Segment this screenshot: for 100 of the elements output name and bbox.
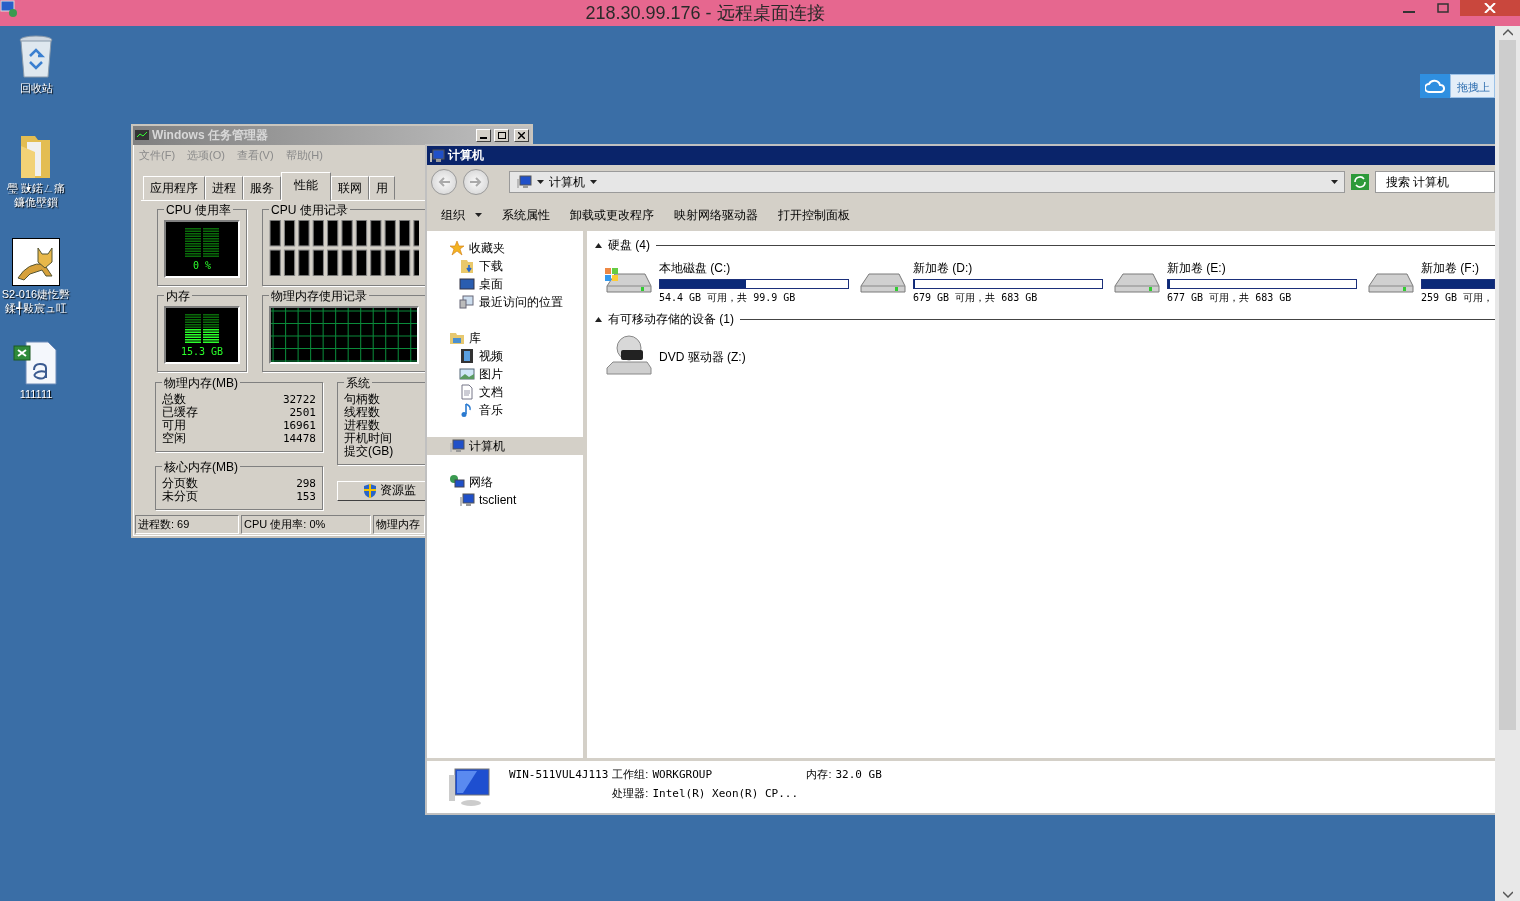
caret-icon — [590, 180, 597, 184]
stat-label: 总数 — [162, 392, 186, 406]
usage-meter-icon — [185, 313, 219, 344]
tab[interactable]: 服务 — [243, 176, 281, 200]
minimize-icon — [1403, 11, 1415, 13]
drive-free-space: 54.4 GB 可用，共 99.9 GB — [659, 291, 797, 305]
drive-free-space: 677 GB 可用，共 683 GB — [1167, 291, 1293, 305]
caret-icon — [1331, 180, 1338, 184]
refresh-icon[interactable] — [1351, 174, 1369, 190]
upload-button[interactable] — [1420, 74, 1450, 98]
field-label: 内存: — [806, 767, 832, 782]
star-icon — [449, 240, 465, 256]
drive-name[interactable]: 新加卷 (D:) — [913, 260, 1113, 277]
drive-name[interactable]: DVD 驱动器 (Z:) — [659, 348, 859, 366]
stat-label: 已缓存 — [162, 405, 198, 419]
status-field: CPU 使用率: 0% — [241, 515, 371, 534]
field-value: 32.0 GB — [835, 768, 882, 781]
field-value: Intel(R) Xeon(R) CP... — [652, 787, 800, 800]
nav-item[interactable]: 库 — [427, 329, 583, 347]
desktop-icon-label[interactable]: 鐮佹壂鎻 — [14, 196, 58, 208]
close-icon — [518, 132, 525, 139]
scrollbar-thumb[interactable] — [1499, 40, 1516, 730]
field-label: 工作组: — [612, 767, 649, 782]
desktop-icon-label[interactable]: 璺 敱鍩ㄥ痛 — [6, 182, 66, 194]
nav-item[interactable]: tsclient — [427, 491, 583, 509]
stat-label: 未分页 — [162, 489, 198, 503]
collapse-icon[interactable] — [595, 243, 602, 248]
desktop-icon-label[interactable]: 111111 — [19, 388, 53, 400]
network-icon — [449, 474, 465, 490]
group-label: 系统 — [344, 374, 372, 392]
toolbar-button[interactable]: 打开控制面板 — [778, 204, 850, 226]
document-icon — [459, 384, 475, 400]
group-label: 核心内存(MB) — [162, 458, 240, 476]
drive-name[interactable]: 新加卷 (E:) — [1167, 260, 1367, 277]
close-button[interactable] — [514, 129, 529, 142]
stat-label: 线程数 — [344, 405, 380, 419]
tab[interactable]: 性能 — [281, 172, 331, 201]
nav-item[interactable]: 下载 — [427, 257, 583, 275]
upload-label[interactable]: 拖拽上 — [1450, 74, 1495, 98]
address-bar[interactable]: 计算机 — [509, 171, 1345, 193]
nav-item[interactable]: 计算机 — [427, 437, 583, 455]
caret-icon — [537, 180, 544, 184]
maximize-icon — [497, 132, 506, 139]
search-field[interactable]: 搜索 计算机 — [1375, 171, 1495, 193]
tab[interactable]: 联网 — [331, 176, 369, 200]
tab[interactable]: 进程 — [205, 176, 243, 200]
monitor-icon — [135, 129, 149, 142]
scroll-down-icon[interactable] — [1502, 891, 1513, 899]
maximize-button[interactable] — [494, 129, 509, 142]
drive-name[interactable]: 新加卷 (F:) — [1421, 260, 1495, 277]
nav-item[interactable]: 收藏夹 — [427, 239, 583, 257]
stat-label: 开机时间 — [344, 431, 392, 445]
desktop-icon-label[interactable]: S2-016婕忔礊 — [1, 288, 71, 300]
stat-label: 句柄数 — [344, 392, 380, 406]
nav-item[interactable]: 图片 — [427, 365, 583, 383]
close-icon — [1484, 3, 1496, 13]
stat-label: 分页数 — [162, 476, 198, 490]
drive-free-space: 679 GB 可用，共 683 GB — [913, 291, 1039, 305]
window-title: 计算机 — [448, 147, 484, 164]
status-field: 进程数: 69 — [135, 515, 239, 534]
desktop-icon-label[interactable]: 回收站 — [19, 82, 53, 94]
meter-reading: 0 % — [192, 259, 212, 271]
nav-item[interactable]: 桌面 — [427, 275, 583, 293]
image-icon — [459, 366, 475, 382]
status-field: 物理内存 — [373, 515, 425, 534]
drive-free-space: 259 GB 可用， — [1421, 291, 1495, 305]
nav-item[interactable]: 网络 — [427, 473, 583, 491]
toolbar-button[interactable]: 系统属性 — [502, 204, 550, 226]
usage-meter-icon — [185, 227, 219, 258]
resource-monitor-button[interactable]: 资源监 — [337, 480, 425, 501]
group-title: 硬盘 (4) — [608, 237, 650, 254]
scroll-up-icon[interactable] — [1502, 28, 1513, 36]
nav-item[interactable]: 文档 — [427, 383, 583, 401]
drive-name[interactable]: 本地磁盘 (C:) — [659, 260, 859, 277]
cat-logo-icon — [12, 238, 60, 286]
shield-icon — [364, 483, 376, 498]
field-value: WORKGROUP — [652, 768, 713, 781]
forward-arrow-icon — [470, 177, 482, 187]
window-title: 218.30.99.176 - 远程桌面连接 — [584, 2, 826, 25]
desktop-icon-label[interactable]: 鍒╃敤宸ュ叿 — [5, 302, 67, 314]
tab[interactable]: 应用程序 — [143, 176, 205, 200]
film-icon — [459, 348, 475, 364]
group-label: CPU 使用率 — [164, 202, 233, 219]
toolbar-button[interactable]: 映射网络驱动器 — [674, 204, 758, 226]
minimize-button[interactable] — [476, 129, 491, 142]
field-label: 处理器: — [612, 786, 649, 801]
meter-reading: 15.3 GB — [180, 345, 224, 357]
stat-value: 14478 — [282, 431, 316, 445]
collapse-icon[interactable] — [595, 317, 602, 322]
computer-name: WIN-511VUL4J113 — [509, 768, 609, 781]
stat-label: 空闲 — [162, 431, 186, 445]
toolbar-button[interactable]: 组织 — [441, 204, 482, 226]
stat-label: 提交(GB) — [344, 444, 394, 458]
nav-item[interactable]: 音乐 — [427, 401, 583, 419]
tab[interactable]: 用 — [369, 176, 395, 200]
toolbar-button[interactable]: 卸载或更改程序 — [570, 204, 654, 226]
nav-item[interactable]: 视频 — [427, 347, 583, 365]
group-label: CPU 使用记录 — [269, 202, 350, 219]
stat-value: 32722 — [282, 392, 316, 406]
nav-item[interactable]: 最近访问的位置 — [427, 293, 583, 311]
